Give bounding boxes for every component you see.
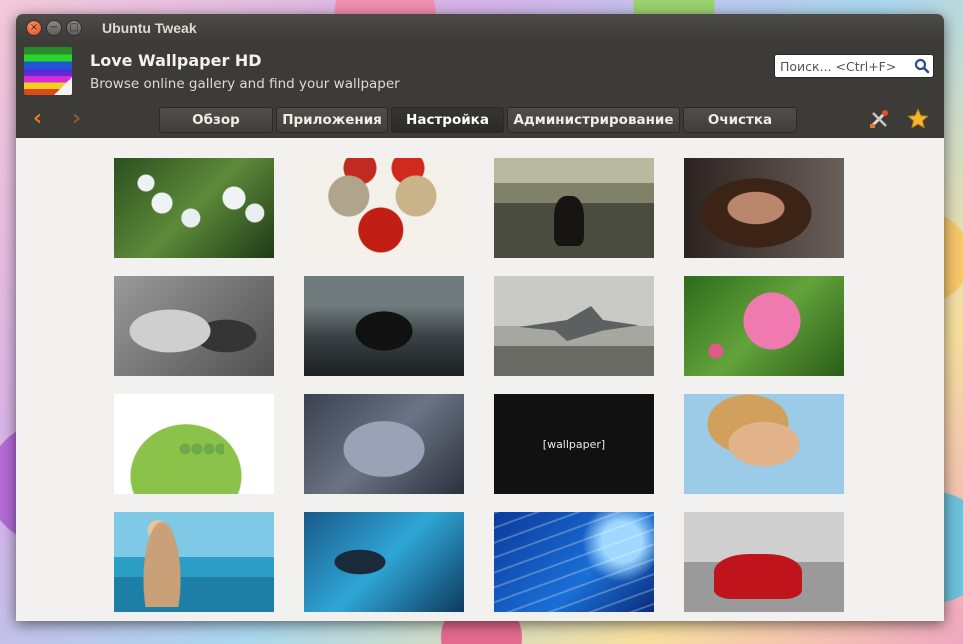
search-icon[interactable] [911,58,933,74]
wallpaper-thumbnail[interactable] [304,158,464,258]
close-button[interactable]: × [26,20,42,36]
wallpaper-text: [wallpaper] [542,437,606,451]
close-icon: × [29,22,39,33]
main-tabs: Обзор Приложения Настройка Администриров… [159,107,800,133]
tools-icon[interactable] [868,108,890,134]
toolbar: ‹ › Обзор Приложения Настройка Администр… [16,100,944,138]
wallpaper-thumbnail[interactable] [684,394,844,494]
wallpaper-thumbnail[interactable] [114,394,274,494]
tab-admins[interactable]: Администрирование [507,107,680,133]
wallpaper-thumbnail[interactable] [304,512,464,612]
tab-tweaks[interactable]: Настройка [391,107,504,133]
tab-janitor[interactable]: Очистка [683,107,797,133]
wallpaper-thumbnail[interactable] [684,512,844,612]
minimize-button[interactable]: − [46,20,62,36]
app-header: Love Wallpaper HD Browse online gallery … [16,42,944,100]
app-window: × − □ Ubuntu Tweak Love Wallpaper HD Bro… [16,14,944,621]
wallpaper-thumbnail[interactable] [494,158,654,258]
wallpaper-thumbnail[interactable] [494,276,654,376]
app-subtitle: Browse online gallery and find your wall… [90,75,400,92]
star-icon[interactable] [907,108,929,134]
wallpaper-app-icon [24,47,72,95]
back-button[interactable]: ‹ [33,108,42,130]
app-title: Love Wallpaper HD [90,50,262,70]
chevron-right-icon: › [72,106,82,131]
forward-button[interactable]: › [72,108,81,130]
wallpaper-thumbnail[interactable] [304,276,464,376]
wallpaper-gallery: [wallpaper] [16,138,944,621]
search-input[interactable] [780,58,911,74]
wallpaper-thumbnail[interactable] [494,512,654,612]
wallpaper-thumbnail[interactable] [114,158,274,258]
window-title: Ubuntu Tweak [102,20,197,36]
minimize-icon: − [49,22,59,33]
wallpaper-thumbnail[interactable] [684,158,844,258]
maximize-icon: □ [69,22,79,33]
chevron-left-icon: ‹ [33,106,43,131]
tab-overview[interactable]: Обзор [159,107,273,133]
search-box[interactable] [774,54,934,78]
wallpaper-thumbnail[interactable]: [wallpaper] [494,394,654,494]
wallpaper-thumbnail[interactable] [684,276,844,376]
maximize-button[interactable]: □ [66,20,82,36]
title-bar: × − □ Ubuntu Tweak [16,14,944,42]
wallpaper-thumbnail[interactable] [114,512,274,612]
wallpaper-thumbnail[interactable] [114,276,274,376]
tab-applications[interactable]: Приложения [276,107,388,133]
wallpaper-thumbnail[interactable] [304,394,464,494]
